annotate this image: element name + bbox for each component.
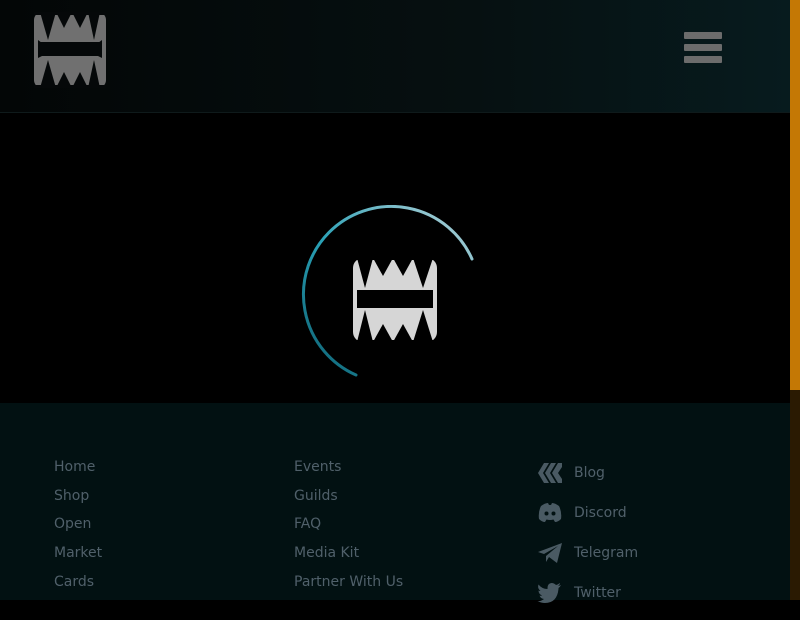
footer-nav-col1: Home Shop Open Market Cards — [54, 457, 102, 600]
fangs-logo-icon[interactable] — [34, 12, 106, 88]
footer-link-home[interactable]: Home — [54, 457, 102, 477]
scrollbar-thumb[interactable] — [790, 0, 800, 390]
twitter-icon — [536, 581, 564, 605]
footer-link-events[interactable]: Events — [294, 457, 403, 477]
social-link-discord[interactable]: Discord — [536, 500, 638, 526]
fangs-spinner-icon — [301, 205, 474, 377]
footer-link-shop[interactable]: Shop — [54, 486, 102, 506]
footer-link-guilds[interactable]: Guilds — [294, 486, 403, 506]
social-label-twitter: Twitter — [574, 585, 621, 601]
footer-link-media-kit[interactable]: Media Kit — [294, 543, 403, 563]
social-link-twitter[interactable]: Twitter — [536, 580, 638, 606]
social-link-blog[interactable]: Blog — [536, 460, 638, 486]
social-label-blog: Blog — [574, 465, 605, 481]
hamburger-menu-icon[interactable] — [684, 32, 722, 66]
footer-link-open[interactable]: Open — [54, 514, 102, 534]
discord-icon — [536, 501, 564, 525]
social-label-telegram: Telegram — [574, 545, 639, 561]
footer-link-market[interactable]: Market — [54, 543, 102, 563]
social-label-discord: Discord — [574, 505, 627, 521]
site-footer: Home Shop Open Market Cards Events Guild… — [0, 403, 790, 603]
footer-social-links: Blog Discord Telegram Twitter — [536, 460, 638, 620]
footer-nav-col2: Events Guilds FAQ Media Kit Partner With… — [294, 457, 403, 600]
footer-link-cards[interactable]: Cards — [54, 572, 102, 592]
footer-link-faq[interactable]: FAQ — [294, 514, 403, 534]
footer-link-partner[interactable]: Partner With Us — [294, 572, 403, 592]
telegram-icon — [536, 541, 564, 565]
hive-blog-icon — [536, 461, 564, 485]
social-link-telegram[interactable]: Telegram — [536, 540, 638, 566]
site-header — [0, 0, 790, 113]
